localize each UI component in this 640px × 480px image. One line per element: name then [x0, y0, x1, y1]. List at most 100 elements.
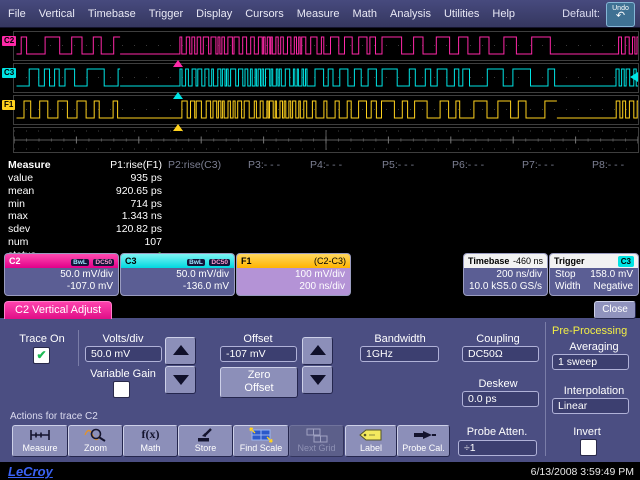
menu-item-trigger[interactable]: Trigger [149, 8, 183, 20]
f1-volts-per-div: 100 mV/div [242, 269, 345, 281]
interpolation-field[interactable]: Linear [552, 398, 629, 414]
deskew-label: Deskew [460, 378, 536, 390]
trace-on-checkbox[interactable]: ✔ [33, 347, 50, 364]
undo-button[interactable]: Undo ↶ [606, 2, 635, 27]
timebase-descriptor-box[interactable]: Timebase -460 ns 200 ns/div 10.0 kS 5.0 … [463, 253, 548, 296]
c3-trigger-position-marker[interactable] [173, 92, 183, 99]
preprocessing-label: Pre-Processing [552, 325, 627, 337]
undo-icon: ↶ [607, 11, 634, 22]
deskew-field[interactable]: 0.0 ps [462, 391, 539, 407]
c3-bwl-badge: BwL [187, 259, 205, 266]
measure-row-label-mean: mean [8, 185, 34, 197]
f1-trigger-position-marker[interactable] [173, 124, 183, 131]
f1-descriptor-box[interactable]: F1 (C2-C3) 100 mV/div 200 ns/div [236, 253, 351, 296]
menu-item-vertical[interactable]: Vertical [39, 8, 75, 20]
f1-trace-label[interactable]: F1 [2, 100, 15, 110]
measure-p1-mean: 920.65 ps [60, 185, 162, 197]
c3-waveform [14, 64, 638, 92]
measure-col-p7[interactable]: P7:- - - [522, 159, 554, 171]
lecroy-logo: LeCroy [8, 464, 53, 479]
averaging-label: Averaging [556, 341, 632, 353]
next-grid-icon [290, 426, 343, 443]
menu-item-analysis[interactable]: Analysis [390, 8, 431, 20]
menu-item-display[interactable]: Display [196, 8, 232, 20]
close-button[interactable]: Close [594, 301, 636, 319]
f1-descriptor-name: F1 [241, 256, 252, 267]
measure-col-p5[interactable]: P5:- - - [382, 159, 414, 171]
c3-descriptor-box[interactable]: C3 BwL DC50 50.0 mV/div -136.0 mV [120, 253, 235, 296]
measure-col-p6[interactable]: P6:- - - [452, 159, 484, 171]
grid-c3 [13, 63, 639, 93]
grid-f1 [13, 95, 639, 125]
timebase-per-div: 200 ns/div [469, 269, 542, 281]
measure-p1-max: 1.343 ns [60, 210, 162, 222]
coupling-label: Coupling [460, 333, 536, 345]
measure-button[interactable]: Measure [12, 425, 68, 457]
offset-field[interactable]: -107 mV [220, 346, 297, 362]
zoom-icon [69, 426, 122, 443]
f1-waveform [14, 96, 638, 124]
find-scale-icon [234, 426, 288, 443]
measure-col-p1[interactable]: P1:rise(F1) [60, 159, 162, 171]
timebase-name: Timebase [468, 256, 509, 267]
invert-checkbox[interactable] [580, 439, 597, 456]
c3-trace-label[interactable]: C3 [2, 68, 16, 78]
math-button[interactable]: f(x)Math [123, 425, 178, 457]
volts-div-label: Volts/div [85, 333, 161, 345]
c2-descriptor-box[interactable]: C2 BwL DC50 50.0 mV/div -107.0 mV [4, 253, 119, 296]
group-separator [78, 330, 79, 366]
default-label: Default: [562, 8, 600, 20]
measure-title: Measure [8, 159, 51, 171]
trigger-descriptor-box[interactable]: Trigger C3 Stop 158.0 mV Width Negative [549, 253, 639, 296]
menu-item-timebase[interactable]: Timebase [88, 8, 136, 20]
coupling-field[interactable]: DC50Ω [462, 346, 539, 362]
store-button[interactable]: Store [178, 425, 233, 457]
measure-col-p4[interactable]: P4:- - - [310, 159, 342, 171]
trigger-level-arrow[interactable] [630, 72, 638, 82]
timebase-samples: 10.0 kS [469, 281, 503, 293]
measure-col-p2[interactable]: P2:rise(C3) [168, 159, 221, 171]
menu-item-utilities[interactable]: Utilities [444, 8, 479, 20]
menu-item-cursors[interactable]: Cursors [245, 8, 284, 20]
find-scale-button[interactable]: Find Scale [233, 425, 289, 457]
label-button[interactable]: Label [345, 425, 397, 457]
measure-col-p8[interactable]: P8:- - - [592, 159, 624, 171]
measure-row-label-num: num [8, 236, 28, 248]
grid-empty [13, 127, 639, 153]
zero-offset-button[interactable]: Zero Offset [220, 367, 298, 398]
actions-for-trace-label: Actions for trace C2 [10, 411, 98, 422]
zoom-button[interactable]: Zoom [68, 425, 123, 457]
volts-div-field[interactable]: 50.0 mV [85, 346, 162, 362]
offset-up-button[interactable] [302, 337, 333, 365]
volts-div-up-button[interactable] [165, 337, 196, 365]
invert-label: Invert [562, 426, 612, 438]
c2-trigger-position-marker[interactable] [173, 60, 183, 67]
averaging-field[interactable]: 1 sweep [552, 354, 629, 370]
trigger-name: Trigger [554, 256, 585, 267]
label-button-label: Label [346, 443, 396, 453]
offset-down-button[interactable] [302, 366, 333, 394]
c2-trace-label[interactable]: C2 [2, 36, 16, 46]
menu-item-math[interactable]: Math [353, 8, 377, 20]
measure-row-label-max: max [8, 210, 28, 222]
zoom-button-label: Zoom [69, 443, 122, 453]
measure-col-p3[interactable]: P3:- - - [248, 159, 280, 171]
probe-cal--button[interactable]: Probe Cal. [397, 425, 450, 457]
tab-c2-vertical-adjust[interactable]: C2 Vertical Adjust [4, 301, 112, 319]
menu-item-file[interactable]: File [8, 8, 26, 20]
measure-button-label: Measure [13, 443, 67, 453]
bandwidth-field[interactable]: 1GHz [360, 346, 439, 362]
menu-item-help[interactable]: Help [492, 8, 515, 20]
find-scale-button-label: Find Scale [234, 443, 288, 453]
probe-atten-field[interactable]: ÷1 [458, 440, 537, 456]
c2-dc50-badge: DC50 [93, 259, 114, 266]
variable-gain-checkbox[interactable] [113, 381, 130, 398]
volts-div-down-button[interactable] [165, 366, 196, 394]
c3-offset-readout: -136.0 mV [126, 281, 229, 293]
label-icon [346, 426, 396, 443]
trigger-mode: Stop [555, 269, 576, 281]
next-grid-button: Next Grid [289, 425, 344, 457]
menu-item-measure[interactable]: Measure [297, 8, 340, 20]
oscilloscope-screen: File Vertical Timebase Trigger Display Cursor… [0, 0, 640, 480]
measure-row-label-sdev: sdev [8, 223, 30, 235]
